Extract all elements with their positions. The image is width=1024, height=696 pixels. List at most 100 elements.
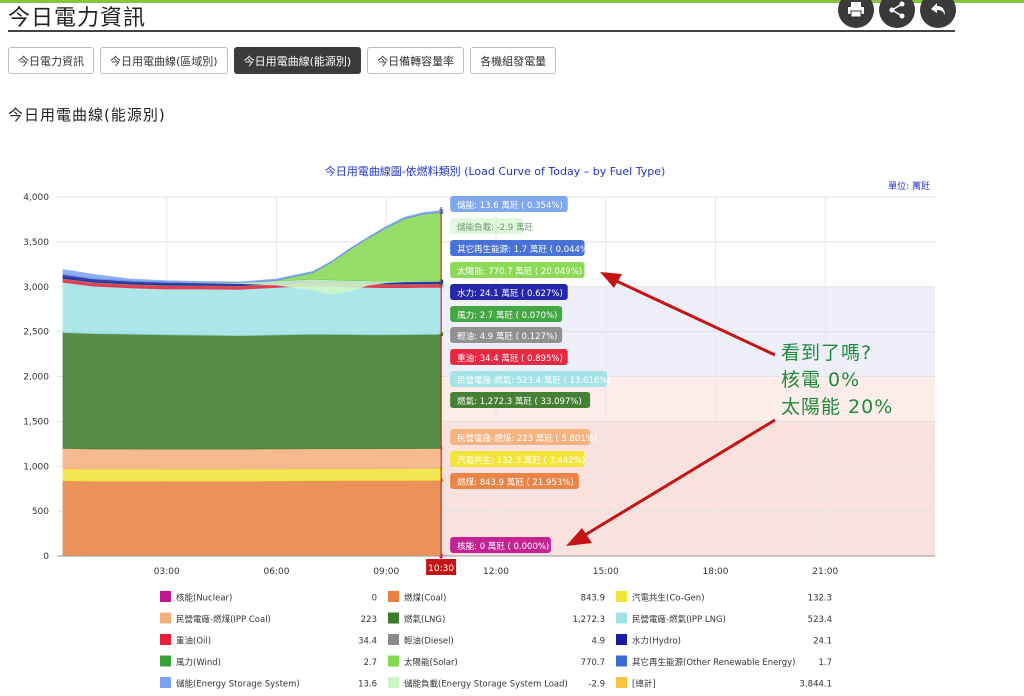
x-tick-label: 21:00 [812,567,838,577]
series-area [62,331,442,450]
legend-swatch [616,612,627,624]
chart-unit: 單位: 萬瓩 [888,180,930,192]
legend-swatch [616,677,627,688]
tooltip-label: 核能: 0 萬瓩 ( 0.000%) [457,541,549,552]
x-tick-label: 15:00 [593,567,619,577]
legend-value: 770.7 [581,658,605,668]
x-tick-label: 03:00 [154,567,180,577]
series-area [62,467,442,482]
back-button[interactable] [920,0,956,28]
back-arrow-icon [931,3,945,15]
legend-swatch [616,655,627,667]
legend-label: 民營電廠-燃氣(IPP LNG) [632,614,726,625]
tooltip-label: 民營電廠-燃煤: 223 萬瓩 ( 5.801%) [457,433,597,444]
tab-today-power-info[interactable]: 今日電力資訊 [8,47,94,74]
tooltip-label: 輕油: 4.9 萬瓩 ( 0.127%) [457,331,557,342]
legend-swatch [160,655,171,667]
y-tick-label: 1,000 [23,462,49,472]
legend-swatch [388,612,399,624]
y-tick-label: 2,000 [23,373,49,383]
tab-load-curve-energy[interactable]: 今日用電曲線(能源別) [233,47,362,74]
series-area [62,281,442,336]
tooltip-label: 儲能負載: -2.9 萬瓩 [457,222,533,233]
annotation-line: 太陽能 20% [781,396,894,418]
x-tick-label: 12:00 [483,567,509,577]
legend-value: 34.4 [358,637,377,647]
legend-label: 民營電廠-燃煤(IPP Coal) [176,614,271,625]
tooltip-label: 重油: 34.4 萬瓩 ( 0.895%) [457,353,563,364]
legend-swatch [388,591,399,602]
x-tick-label: 06:00 [264,567,290,577]
tooltip-label: 水力: 24.1 萬瓩 ( 0.627%) [457,288,563,299]
printer-icon [848,2,864,18]
share-button[interactable] [879,0,915,28]
tooltip-label: 太陽能: 770.7 萬瓩 ( 20.049%) [457,266,582,277]
legend-label: 其它再生能源(Other Renewable Energy) [632,657,795,668]
legend-value: -2.9 [588,680,605,690]
legend-value: 1,272.3 [573,615,605,625]
legend-swatch [388,677,399,688]
legend-label: 燃煤(Coal) [404,593,446,604]
y-tick-label: 2,500 [23,328,49,338]
section-title: 今日用電曲線(能源別) [8,106,166,124]
tooltip-label: 民營電廠-燃氣: 523.4 萬瓩 ( 13.616%) [457,375,611,386]
print-button[interactable] [838,0,874,28]
legend-label: 儲能負載(Energy Storage System Load) [404,679,568,690]
tooltip-label: 燃氣: 1,272.3 萬瓩 ( 33.097%) [457,396,582,407]
annotation-text: 看到了嗎? 核電 0% 太陽能 20% [781,340,893,421]
y-tick-label: 3,000 [23,283,49,293]
legend-label: 輕油(Diesel) [404,636,454,647]
legend-label: 太陽能(Solar) [404,657,458,668]
legend-value: 1.7 [818,658,832,668]
legend-swatch [160,612,171,624]
legend-swatch [160,677,171,688]
tab-unit-generation[interactable]: 各機組發電量 [470,47,557,74]
tooltip-label: 其它再生能源: 1.7 萬瓩 ( 0.044%) [457,244,591,255]
legend-value: 843.9 [581,594,605,604]
annotation-line: 核電 0% [781,369,861,391]
legend-value: 223 [361,615,377,625]
legend-label: 汽電共生(Co-Gen) [632,593,705,604]
series-area [63,211,442,284]
legend-label: 水力(Hydro) [632,636,681,647]
legend-value: 523.4 [808,615,832,625]
legend-swatch [616,634,627,645]
load-curve-chart: 今日用電曲線圖-依燃料類別 (Load Curve of Today – by … [23,164,935,690]
legend-swatch [616,591,627,602]
page-title: 今日電力資訊 [8,6,147,31]
tooltip-label: 燃煤: 843.9 萬瓩 ( 21.953%) [457,477,573,488]
tooltip-label: 汽電共生: 132.3 萬瓩 ( 3.442%) [457,455,585,466]
tooltip-label: 風力: 2.7 萬瓩 ( 0.070%) [457,310,557,321]
title-divider [8,30,955,32]
legend-swatch [388,634,399,645]
legend-value: 0 [372,594,377,604]
legend-label: 燃氣(LNG) [404,614,445,625]
tab-reserve-margin[interactable]: 今日備轉容量率 [367,47,465,74]
arrow-head [600,272,622,288]
x-tick-label: 18:00 [703,567,729,577]
legend-value: 24.1 [813,637,832,647]
legend-label: 儲能(Energy Storage System) [176,679,300,690]
share-icon [889,1,905,19]
legend-label: 核能(Nuclear) [176,593,232,604]
y-tick-label: 0 [43,552,49,562]
tooltip-label: 儲能: 13.6 萬瓩 ( 0.354%) [457,200,563,211]
series-area [62,479,442,557]
current-time-label: 10:30 [428,564,454,574]
legend-value: 13.6 [358,680,377,690]
legend-value: 4.9 [591,637,605,647]
legend-swatch [388,655,399,667]
y-tick-label: 500 [32,507,49,517]
legend-value: 2.7 [363,658,377,668]
legend-label: 重油(Oil) [176,636,211,647]
tab-load-curve-region[interactable]: 今日用電曲線(區域別) [100,47,228,74]
tab-bar: 今日電力資訊 今日用電曲線(區域別) 今日用電曲線(能源別) 今日備轉容量率 各… [8,47,557,74]
chart-title: 今日用電曲線圖-依燃料類別 (Load Curve of Today – by … [325,164,666,178]
legend-swatch [160,634,171,645]
y-tick-label: 4,000 [23,193,49,203]
legend-label: [總計] [632,679,656,690]
legend-swatch [160,591,171,602]
annotation-line: 看到了嗎? [781,342,873,364]
y-tick-label: 1,500 [23,417,49,427]
x-tick-label: 09:00 [373,567,399,577]
